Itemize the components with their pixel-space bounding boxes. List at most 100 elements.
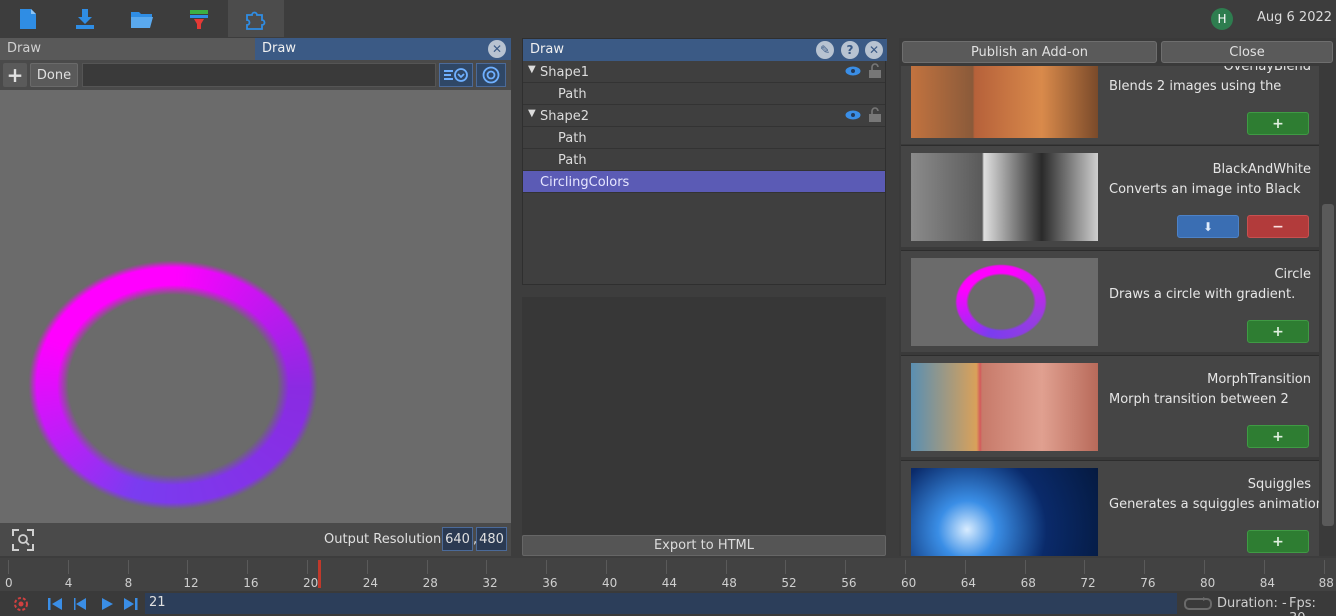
tab-draw-inactive[interactable]: Draw (0, 38, 255, 60)
download-button[interactable] (57, 0, 113, 37)
timeline-tick-label: 4 (64, 576, 73, 590)
addon-card: BlackAndWhite Converts an image into Blac… (901, 145, 1319, 247)
top-toolbar: H Aug 6 2022 (0, 0, 1336, 37)
resolution-width-field[interactable]: 640 (442, 527, 473, 551)
timeline-tick (1323, 560, 1325, 574)
duration-label: Duration: - (1217, 596, 1287, 611)
lock-icon[interactable] (867, 63, 883, 79)
done-button[interactable]: Done (30, 63, 78, 87)
addon-list: OverlayBlend Blends 2 images using the + Bl… (899, 66, 1319, 556)
addon-name: OverlayBlend (1223, 66, 1311, 74)
timeline-tick (67, 560, 69, 574)
drawing-canvas[interactable] (0, 90, 511, 523)
publish-addon-button[interactable]: Publish an Add-on (902, 41, 1157, 63)
timeline-tick-label: 72 (1080, 576, 1096, 590)
timeline-tick-label: 28 (422, 576, 438, 590)
visibility-eye-icon[interactable] (845, 110, 861, 120)
fps-label: Fps: 30 (1289, 596, 1316, 616)
tree-row[interactable]: Path (523, 127, 885, 149)
addon-description: Converts an image into Black (1109, 182, 1301, 197)
timeline-tick-label: 56 (841, 576, 857, 590)
addon-scrollbar[interactable] (1321, 66, 1335, 556)
timeline-tick (486, 560, 488, 574)
addon-name: Circle (1274, 267, 1311, 282)
timeline-tick-label: 88 (1318, 576, 1334, 590)
close-button[interactable]: Close (1161, 41, 1333, 63)
shape-name-input[interactable] (82, 63, 436, 87)
date-label: Aug 6 2022 (1257, 10, 1333, 25)
addon-card: OverlayBlend Blends 2 images using the + (901, 66, 1319, 144)
timeline-tick (665, 560, 667, 574)
timeline-tick-label: 68 (1020, 576, 1036, 590)
addon-card: Squiggles Generates a squiggles animation… (901, 460, 1319, 556)
timeline-tick (785, 560, 787, 574)
add-shape-button[interactable]: + (3, 63, 27, 87)
add-addon-button[interactable]: + (1247, 112, 1309, 135)
visibility-eye-icon[interactable] (845, 66, 861, 76)
add-addon-button[interactable]: + (1247, 320, 1309, 343)
playhead[interactable] (318, 560, 321, 588)
go-to-start-icon[interactable] (46, 595, 64, 613)
timeline-tick-label: 60 (901, 576, 917, 590)
lock-icon[interactable] (867, 107, 883, 123)
download-icon (76, 8, 94, 29)
timeline-tick (964, 560, 966, 574)
user-avatar[interactable]: H (1211, 8, 1233, 30)
timeline-mode-button[interactable] (439, 63, 473, 87)
timeline-tick-label: 76 (1140, 576, 1156, 590)
new-document-button[interactable] (0, 0, 56, 37)
tree-row[interactable]: ▼ Shape1 (523, 61, 885, 83)
help-icon[interactable]: ? (841, 41, 859, 59)
document-icon (20, 8, 36, 29)
remove-addon-button[interactable]: − (1247, 215, 1309, 238)
timeline-tick (127, 560, 129, 574)
current-frame-input[interactable]: 21 (145, 593, 1177, 614)
filter-icon (190, 9, 208, 29)
timeline-tick-label: 48 (721, 576, 737, 590)
record-icon[interactable] (12, 595, 30, 613)
addon-card: MorphTransition Morph transition between … (901, 355, 1319, 457)
draw-canvas-panel: Draw Draw ✕ + Done Output Resolution: 64… (0, 38, 511, 556)
add-ons-button[interactable] (228, 0, 284, 37)
add-addon-button[interactable]: + (1247, 425, 1309, 448)
tree-row-label: CirclingColors (540, 175, 630, 190)
addon-thumbnail (911, 153, 1098, 241)
addon-description: Blends 2 images using the (1109, 79, 1282, 94)
tab-draw-active[interactable]: Draw (255, 38, 511, 60)
go-to-end-icon[interactable] (122, 595, 140, 613)
expand-arrow-icon[interactable]: ▼ (528, 108, 536, 119)
timeline-tick (725, 560, 727, 574)
scrollbar-thumb[interactable] (1322, 204, 1334, 526)
expand-arrow-icon[interactable]: ▼ (528, 64, 536, 75)
folder-icon (131, 11, 153, 28)
gradient-ring (28, 260, 318, 510)
export-to-html-button[interactable]: Export to HTML (522, 535, 886, 556)
addon-name: BlackAndWhite (1212, 162, 1311, 177)
timeline-tick-label: 44 (661, 576, 678, 590)
loop-icon[interactable] (1183, 596, 1213, 612)
edit-icon[interactable]: ✎ (816, 41, 834, 59)
zoom-fit-icon[interactable] (12, 529, 34, 551)
step-back-icon[interactable] (72, 595, 90, 613)
update-addon-button[interactable]: ⬇ (1177, 215, 1239, 238)
close-icon[interactable]: ✕ (488, 40, 506, 58)
close-icon[interactable]: ✕ (865, 41, 883, 59)
shape-tree-panel: Draw ✎ ? ✕ ▼ Shape1 Path ▼ Shape2 Path Path Cir… (522, 38, 887, 285)
add-addon-button[interactable]: + (1247, 530, 1309, 553)
tree-row[interactable]: ▼ Shape2 (523, 105, 885, 127)
timeline: 0 4 8 12 16 20 24 28 32 36 40 44 48 52 56 60 64 68 72 76 80 8… (0, 558, 1336, 616)
timeline-ruler[interactable]: 0 4 8 12 16 20 24 28 32 36 40 44 48 52 56 60 64 68 72 76 80 8… (0, 558, 1336, 591)
tree-row[interactable]: Path (523, 83, 885, 105)
tree-row[interactable]: Path (523, 149, 885, 171)
target-button[interactable] (476, 63, 506, 87)
timeline-tick (8, 560, 9, 574)
open-folder-button[interactable] (114, 0, 170, 37)
addon-thumbnail (911, 66, 1098, 138)
tree-row[interactable]: CirclingColors (523, 171, 885, 193)
addon-thumbnail (911, 363, 1098, 451)
transport-bar: 21 Duration: - Fps: 30 (0, 591, 1336, 616)
play-icon[interactable] (98, 595, 116, 613)
timeline-tick-label: 84 (1259, 576, 1276, 590)
resolution-height-field[interactable]: 480 (476, 527, 507, 551)
filter-button[interactable] (171, 0, 227, 37)
